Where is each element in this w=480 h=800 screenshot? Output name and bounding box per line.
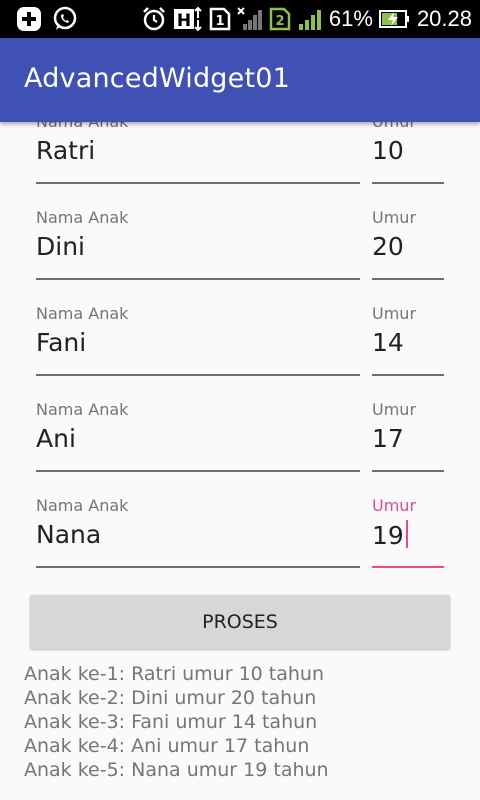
child-row-4: Nama Anak Ani Umur 17: [0, 382, 480, 478]
age-label: Umur: [372, 208, 417, 227]
result-line: Anak ke-4: Ani umur 17 tahun: [24, 735, 310, 757]
signal-bars-green-icon: [297, 6, 323, 32]
age-input-underline-focused: [372, 566, 444, 568]
main-content: Nama Anak Ratri Umur 10 Nama Anak Dini U…: [0, 122, 480, 800]
name-label: Nama Anak: [36, 400, 129, 419]
hspa-icon: H: [173, 6, 203, 32]
whatsapp-icon: [52, 6, 78, 32]
status-bar-left: [16, 6, 78, 32]
name-input-underline: [36, 182, 360, 184]
svg-text:2: 2: [275, 14, 284, 29]
name-input[interactable]: Ratri: [36, 136, 95, 165]
age-input-underline: [372, 278, 444, 280]
age-input-underline: [372, 182, 444, 184]
app-title: AdvancedWidget01: [24, 63, 291, 94]
name-input[interactable]: Dini: [36, 232, 85, 261]
name-label: Nama Anak: [36, 208, 129, 227]
svg-text:H: H: [177, 11, 191, 31]
result-line: Anak ke-2: Dini umur 20 tahun: [24, 687, 317, 709]
signal-bars-icon: [237, 6, 263, 32]
form-rows: Nama Anak Ratri Umur 10 Nama Anak Dini U…: [0, 122, 480, 574]
status-bar-right: H 1 2 61% 20.28: [141, 6, 472, 32]
sim2-icon: 2: [269, 6, 291, 32]
result-line: Anak ke-1: Ratri umur 10 tahun: [24, 663, 325, 685]
alarm-icon: [141, 6, 167, 32]
results-list: Anak ke-1: Ratri umur 10 tahun Anak ke-2…: [24, 662, 464, 782]
name-input[interactable]: Ani: [36, 424, 76, 453]
proses-button[interactable]: PROSES: [30, 595, 450, 649]
name-label: Nama Anak: [36, 304, 129, 323]
age-input[interactable]: 10: [372, 136, 404, 165]
add-icon: [16, 6, 42, 32]
age-input-underline: [372, 374, 444, 376]
age-input[interactable]: 20: [372, 232, 404, 261]
name-input-underline: [36, 278, 360, 280]
result-line: Anak ke-5: Nana umur 19 tahun: [24, 759, 329, 781]
name-input-underline: [36, 566, 360, 568]
name-input-underline: [36, 374, 360, 376]
app-bar: AdvancedWidget01: [0, 38, 480, 122]
status-bar: H 1 2 61% 20.28: [0, 0, 480, 38]
child-row-1: Nama Anak Ratri Umur 10: [0, 122, 480, 190]
svg-text:1: 1: [215, 14, 224, 29]
battery-percent: 61%: [328, 6, 373, 31]
name-label: Nama Anak: [36, 496, 129, 515]
age-input-underline: [372, 470, 444, 472]
name-label: Nama Anak: [36, 122, 128, 131]
age-label: Umur: [372, 122, 416, 131]
name-input[interactable]: Fani: [36, 328, 86, 357]
age-input[interactable]: 17: [372, 424, 404, 453]
charging-battery-icon: [378, 6, 411, 32]
child-row-3: Nama Anak Fani Umur 14: [0, 286, 480, 382]
child-row-5: Nama Anak Nana Umur 19: [0, 478, 480, 574]
child-row-2: Nama Anak Dini Umur 20: [0, 190, 480, 286]
name-input-underline: [36, 470, 360, 472]
age-label: Umur: [372, 304, 417, 323]
result-line: Anak ke-3: Fani umur 14 tahun: [24, 711, 318, 733]
age-input-focused[interactable]: 19: [372, 520, 408, 550]
age-input[interactable]: 14: [372, 328, 404, 357]
name-input[interactable]: Nana: [36, 520, 101, 549]
clock: 20.28: [416, 6, 472, 31]
age-label: Umur: [372, 400, 417, 419]
sim1-icon: 1: [209, 6, 231, 32]
age-label-focused: Umur: [372, 496, 417, 515]
